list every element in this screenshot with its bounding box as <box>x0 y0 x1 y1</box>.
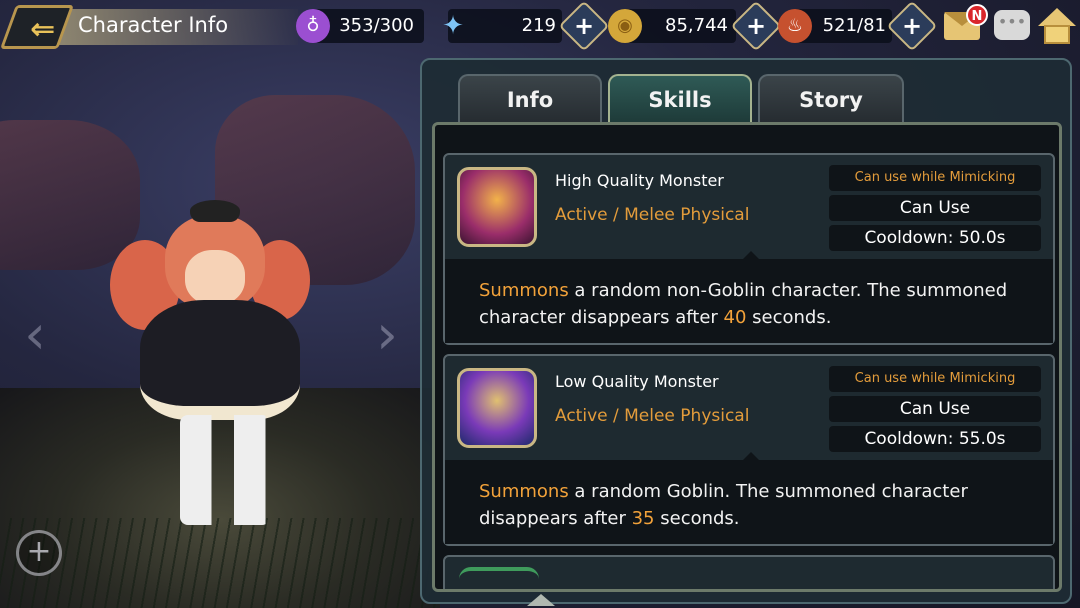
skill-type: Active / Melee Physical <box>555 205 750 225</box>
scroll-up-arrow-icon[interactable] <box>527 594 555 606</box>
skill-type: Active / Melee Physical <box>555 406 750 426</box>
desc-duration: 35 <box>631 508 655 529</box>
add-food-button[interactable]: + <box>886 0 938 52</box>
tab-story[interactable]: Story <box>758 74 904 122</box>
desc-keyword: Summons <box>479 280 569 301</box>
desc-text-end: seconds. <box>654 508 740 529</box>
mimic-badge: Can use while Mimicking <box>829 165 1041 191</box>
tab-info[interactable]: Info <box>458 74 602 122</box>
add-button[interactable]: + <box>16 530 62 576</box>
character-model[interactable] <box>110 200 320 540</box>
monster-scroll-icon <box>457 368 537 448</box>
home-icon[interactable] <box>1038 8 1076 46</box>
skill-name: High Quality Monster <box>555 171 724 190</box>
next-character-arrow-icon[interactable]: › <box>372 305 402 365</box>
skill-name: Low Quality Monster <box>555 372 719 391</box>
gold-value: 85,744 <box>665 15 728 36</box>
mimic-badge: Can use while Mimicking <box>829 366 1041 392</box>
skill-card: High Quality Monster Active / Melee Phys… <box>443 153 1055 345</box>
crystal-value: 219 <box>521 15 556 36</box>
monster-book-icon <box>457 167 537 247</box>
skill-description: Summons a random non-Goblin character. T… <box>445 259 1053 343</box>
food-value: 521/81 <box>822 15 886 36</box>
previous-character-arrow-icon[interactable]: ‹ <box>20 305 50 365</box>
skill-icon-partial <box>459 567 539 589</box>
top-bar: ⇐ Character Info ♁ 353/300 ✦ 219 + ◉ 85,… <box>0 0 1080 54</box>
desc-keyword: Summons <box>479 481 569 502</box>
skill-card: Low Quality Monster Active / Melee Physi… <box>443 354 1055 546</box>
usable-status: Can Use <box>829 396 1041 422</box>
skill-list[interactable]: High Quality Monster Active / Melee Phys… <box>432 122 1062 592</box>
skill-card-partial <box>443 555 1055 589</box>
desc-duration: 40 <box>723 307 747 328</box>
mail-badge: N <box>966 4 988 26</box>
gold-coin-icon: ◉ <box>608 9 642 43</box>
usable-status: Can Use <box>829 195 1041 221</box>
cooldown-label: Cooldown: 55.0s <box>829 426 1041 452</box>
stamina-value: 353/300 <box>339 15 414 36</box>
tab-skills[interactable]: Skills <box>608 74 752 122</box>
cooldown-label: Cooldown: 50.0s <box>829 225 1041 251</box>
back-arrow-icon: ⇐ <box>30 12 56 47</box>
add-crystal-button[interactable]: + <box>558 0 610 52</box>
skill-description: Summons a random Goblin. The summoned ch… <box>445 460 1053 544</box>
desc-text-end: seconds. <box>746 307 832 328</box>
potion-icon: ♁ <box>296 9 330 43</box>
character-preview-scene <box>0 0 440 608</box>
crystal-icon: ✦ <box>442 11 464 41</box>
chat-icon[interactable]: ••• <box>994 10 1030 40</box>
character-panel: Info Skills Story High Quality Monster A… <box>420 58 1072 604</box>
add-gold-button[interactable]: + <box>730 0 782 52</box>
meat-icon: ♨ <box>778 9 812 43</box>
page-title: Character Info <box>78 13 229 37</box>
